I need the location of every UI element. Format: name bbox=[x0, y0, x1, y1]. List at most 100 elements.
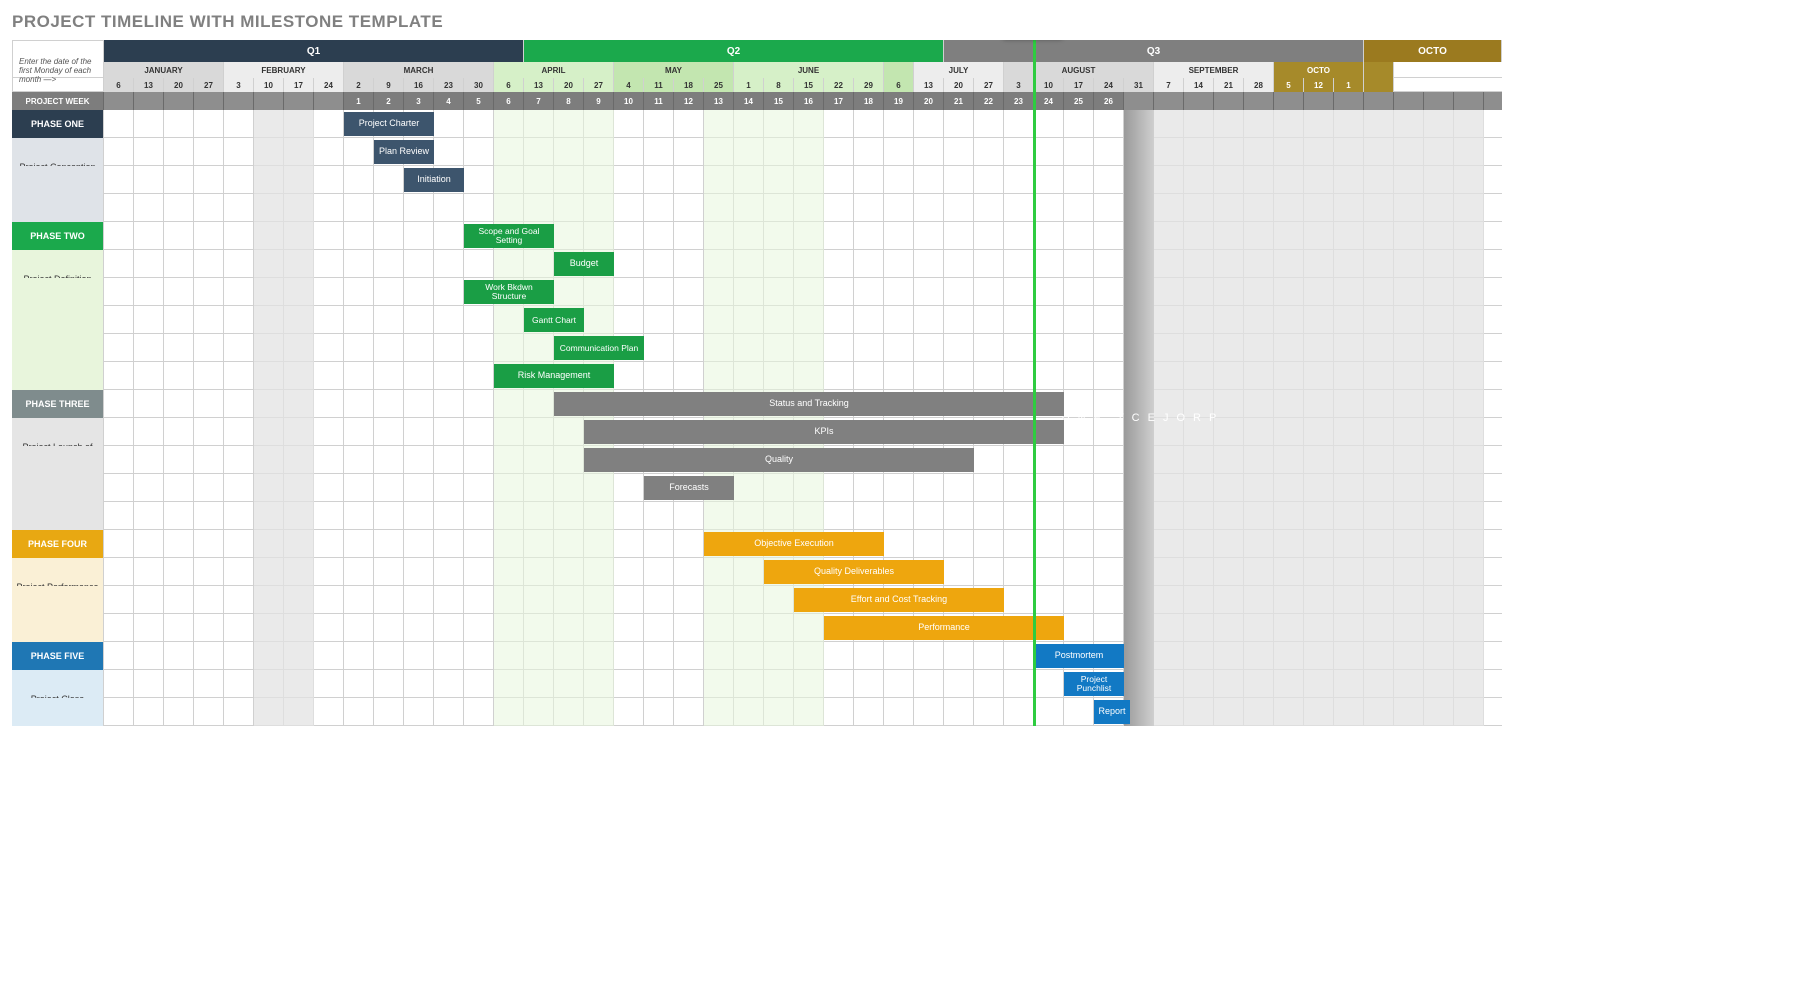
task-bar[interactable]: Budget bbox=[554, 252, 614, 276]
task-bar[interactable]: Performance bbox=[824, 616, 1064, 640]
day-header: 27 bbox=[974, 78, 1004, 92]
task-bar[interactable]: Project Charter bbox=[344, 112, 434, 136]
day-header: 16 bbox=[404, 78, 434, 92]
task-bar[interactable]: Quality Deliverables bbox=[764, 560, 944, 584]
task-bar[interactable]: Status and Tracking bbox=[554, 392, 1064, 416]
month-header: JULY bbox=[914, 62, 1004, 78]
week-number-cell bbox=[1154, 92, 1184, 110]
task-bar[interactable]: Effort and Cost Tracking bbox=[794, 588, 1004, 612]
day-header: 30 bbox=[464, 78, 494, 92]
day-header: 18 bbox=[674, 78, 704, 92]
week-number-cell bbox=[224, 92, 254, 110]
day-header: 21 bbox=[1214, 78, 1244, 92]
highlight-column bbox=[494, 110, 614, 726]
task-bar[interactable]: Initiation bbox=[404, 168, 464, 192]
week-number-cell: 12 bbox=[674, 92, 704, 110]
page-title: PROJECT TIMELINE WITH MILESTONE TEMPLATE bbox=[12, 12, 1804, 32]
week-number-cell bbox=[314, 92, 344, 110]
week-number-cell bbox=[1334, 92, 1364, 110]
month-header: MARCH bbox=[344, 62, 494, 78]
week-number-cell: 23 bbox=[1004, 92, 1034, 110]
task-bar[interactable]: Quality bbox=[584, 448, 974, 472]
project-week-label: PROJECT WEEK bbox=[12, 92, 104, 110]
week-number-cell: 6 bbox=[494, 92, 524, 110]
week-number-cell: 5 bbox=[464, 92, 494, 110]
task-bar[interactable]: Report bbox=[1094, 700, 1130, 724]
month-header bbox=[1364, 62, 1394, 78]
week-number-cell: 10 bbox=[614, 92, 644, 110]
week-number-cell: 8 bbox=[554, 92, 584, 110]
day-header: 1 bbox=[1334, 78, 1364, 92]
week-number-cell: 17 bbox=[824, 92, 854, 110]
quarter-header: Q2 bbox=[524, 40, 944, 62]
week-number-cell bbox=[1424, 92, 1454, 110]
day-header: 11 bbox=[644, 78, 674, 92]
gantt-sheet: Q1Q2Q3OCTOEnter the date of the first Mo… bbox=[12, 40, 1502, 726]
day-header: 6 bbox=[884, 78, 914, 92]
task-bar[interactable]: Postmortem bbox=[1034, 644, 1124, 668]
month-header: JANUARY bbox=[104, 62, 224, 78]
day-header: 6 bbox=[494, 78, 524, 92]
task-bar[interactable]: KPIs bbox=[584, 420, 1064, 444]
phase-sublabel-two bbox=[12, 306, 104, 334]
task-bar[interactable]: Forecasts bbox=[644, 476, 734, 500]
week-number-cell bbox=[1244, 92, 1274, 110]
week-number-cell: 26 bbox=[1094, 92, 1124, 110]
task-bar[interactable]: Gantt Chart bbox=[524, 308, 584, 332]
phase-sublabel-three bbox=[12, 502, 104, 530]
today-line bbox=[1033, 40, 1036, 726]
task-bar[interactable]: Plan Review bbox=[374, 140, 434, 164]
month-header: FEBRUARY bbox=[224, 62, 344, 78]
day-header: 10 bbox=[254, 78, 284, 92]
month-header bbox=[884, 62, 914, 78]
day-header: 17 bbox=[284, 78, 314, 92]
week-number-cell bbox=[1304, 92, 1334, 110]
week-number-cell: 7 bbox=[524, 92, 554, 110]
phase-sublabel-two: Project Definition and Planning bbox=[12, 250, 104, 278]
week-number-cell bbox=[1214, 92, 1244, 110]
day-header: 13 bbox=[914, 78, 944, 92]
shaded-column bbox=[254, 110, 314, 726]
day-header: 27 bbox=[584, 78, 614, 92]
week-number-cell: 25 bbox=[1064, 92, 1094, 110]
phase-label-five: PHASE FIVE bbox=[12, 642, 104, 670]
day-header: 4 bbox=[614, 78, 644, 92]
task-bar[interactable]: Objective Execution bbox=[704, 532, 884, 556]
day-header: 13 bbox=[524, 78, 554, 92]
day-header: 9 bbox=[374, 78, 404, 92]
task-bar[interactable]: Scope and Goal Setting bbox=[464, 224, 554, 248]
task-bar[interactable]: Risk Management bbox=[494, 364, 614, 388]
day-header: 25 bbox=[704, 78, 734, 92]
day-header: 22 bbox=[824, 78, 854, 92]
week-number-cell bbox=[194, 92, 224, 110]
week-number-cell: 2 bbox=[374, 92, 404, 110]
day-header: 31 bbox=[1124, 78, 1154, 92]
month-header: MAY bbox=[614, 62, 734, 78]
instruction-text: Enter the date of the first Monday of ea… bbox=[12, 62, 104, 78]
day-header: 15 bbox=[794, 78, 824, 92]
week-number-cell: 18 bbox=[854, 92, 884, 110]
task-bar[interactable]: Project Punchlist bbox=[1064, 672, 1124, 696]
phase-sublabel-one bbox=[12, 194, 104, 222]
week-number-cell bbox=[1394, 92, 1424, 110]
day-header: 23 bbox=[434, 78, 464, 92]
phase-sublabel-two bbox=[12, 278, 104, 306]
week-number-cell bbox=[284, 92, 314, 110]
phase-sublabel-one: Project Conception and Initiation bbox=[12, 138, 104, 166]
day-header bbox=[1364, 78, 1394, 92]
phase-label-three: PHASE THREE bbox=[12, 390, 104, 418]
phase-label-four: PHASE FOUR bbox=[12, 530, 104, 558]
week-number-cell bbox=[1124, 92, 1154, 110]
task-bar[interactable]: Work Bkdwn Structure bbox=[464, 280, 554, 304]
week-number-cell: 21 bbox=[944, 92, 974, 110]
day-header: 17 bbox=[1064, 78, 1094, 92]
week-number-cell bbox=[1184, 92, 1214, 110]
phase-sublabel-two bbox=[12, 362, 104, 390]
day-header: 12 bbox=[1304, 78, 1334, 92]
day-header: 20 bbox=[554, 78, 584, 92]
day-header: 7 bbox=[1154, 78, 1184, 92]
day-header: 20 bbox=[164, 78, 194, 92]
week-number-cell: 4 bbox=[434, 92, 464, 110]
task-bar[interactable]: Communication Plan bbox=[554, 336, 644, 360]
day-header: 10 bbox=[1034, 78, 1064, 92]
